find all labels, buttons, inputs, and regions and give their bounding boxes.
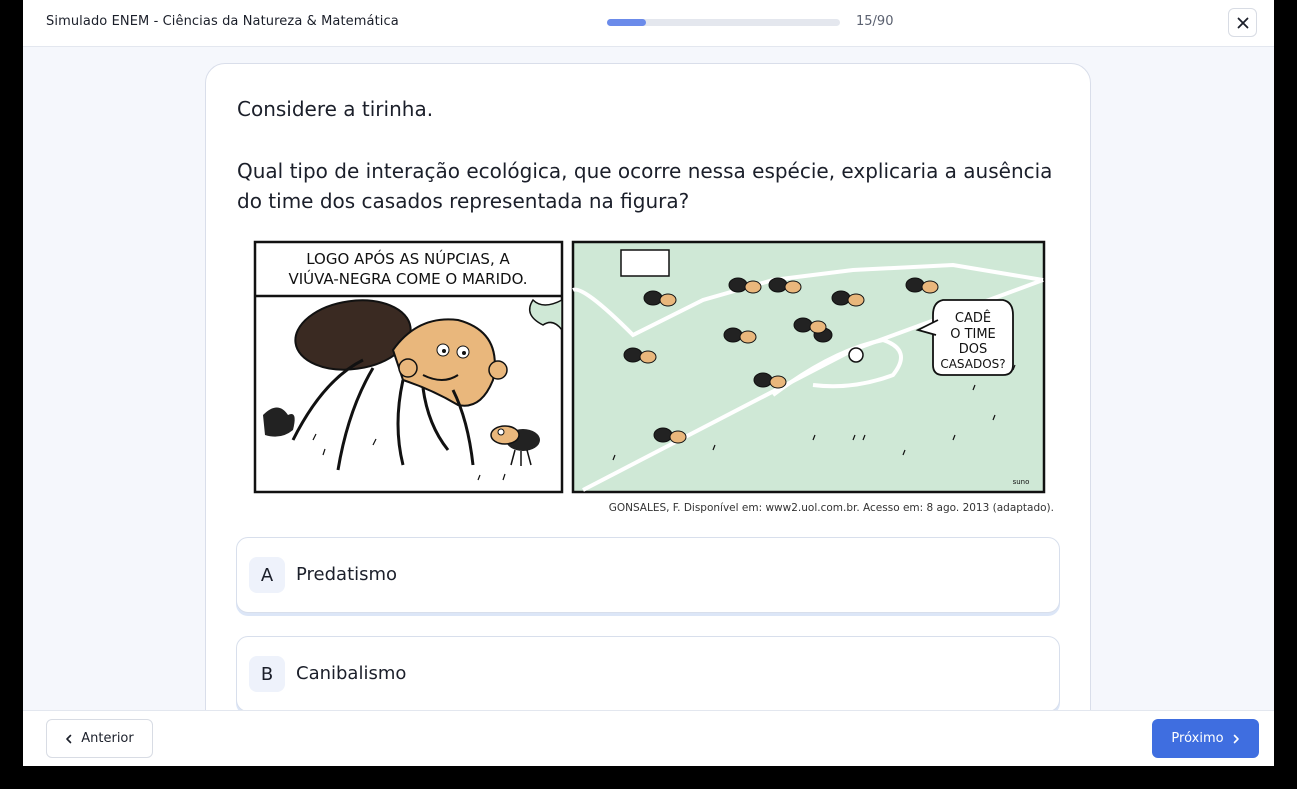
option-text: Predatismo	[296, 564, 398, 585]
speech-line-1: CADÊ	[955, 310, 991, 326]
chevron-left-icon	[66, 734, 72, 743]
progress-bar	[607, 19, 840, 26]
comic-signature: suno	[1013, 478, 1030, 486]
top-bar: Simulado ENEM - Ciências da Natureza & M…	[23, 0, 1274, 47]
close-icon	[1237, 17, 1248, 28]
speech-line-4: CASADOS?	[940, 357, 1005, 371]
next-button[interactable]: Próximo	[1152, 719, 1259, 758]
comic-caption-line-1: LOGO APÓS AS NÚPCIAS, A	[306, 249, 510, 268]
question-card: Considere a tirinha. Qual tipo de intera…	[205, 63, 1091, 766]
option-letter: B	[249, 656, 285, 692]
question-counter: 15/90	[856, 14, 894, 29]
chevron-right-icon	[1233, 734, 1239, 743]
option-b[interactable]: B Canibalismo	[236, 636, 1060, 712]
previous-button-label: Anterior	[81, 731, 134, 746]
bottom-bar: Anterior Próximo	[23, 710, 1274, 766]
comic-caption-line-2: VIÚVA-NEGRA COME O MARIDO.	[288, 269, 527, 288]
speech-line-3: DOS	[959, 342, 988, 357]
app-window: Simulado ENEM - Ciências da Natureza & M…	[23, 0, 1274, 766]
progress-bar-fill	[607, 19, 646, 26]
exam-title: Simulado ENEM - Ciências da Natureza & M…	[46, 14, 399, 29]
speech-line-2: O TIME	[950, 327, 996, 342]
option-letter: A	[249, 557, 285, 593]
comic-strip: LOGO APÓS AS NÚPCIAS, A VIÚVA-NEGRA COME…	[253, 240, 1046, 494]
next-button-label: Próximo	[1171, 731, 1224, 746]
close-button[interactable]	[1228, 8, 1257, 37]
previous-button[interactable]: Anterior	[46, 719, 153, 758]
question-intro: Considere a tirinha.	[237, 97, 434, 121]
question-text: Qual tipo de interação ecológica, que oc…	[237, 159, 1053, 213]
image-credit: GONSALES, F. Disponível em: www2.uol.com…	[608, 502, 1054, 514]
option-a[interactable]: A Predatismo	[236, 537, 1060, 613]
option-text: Canibalismo	[296, 663, 407, 684]
